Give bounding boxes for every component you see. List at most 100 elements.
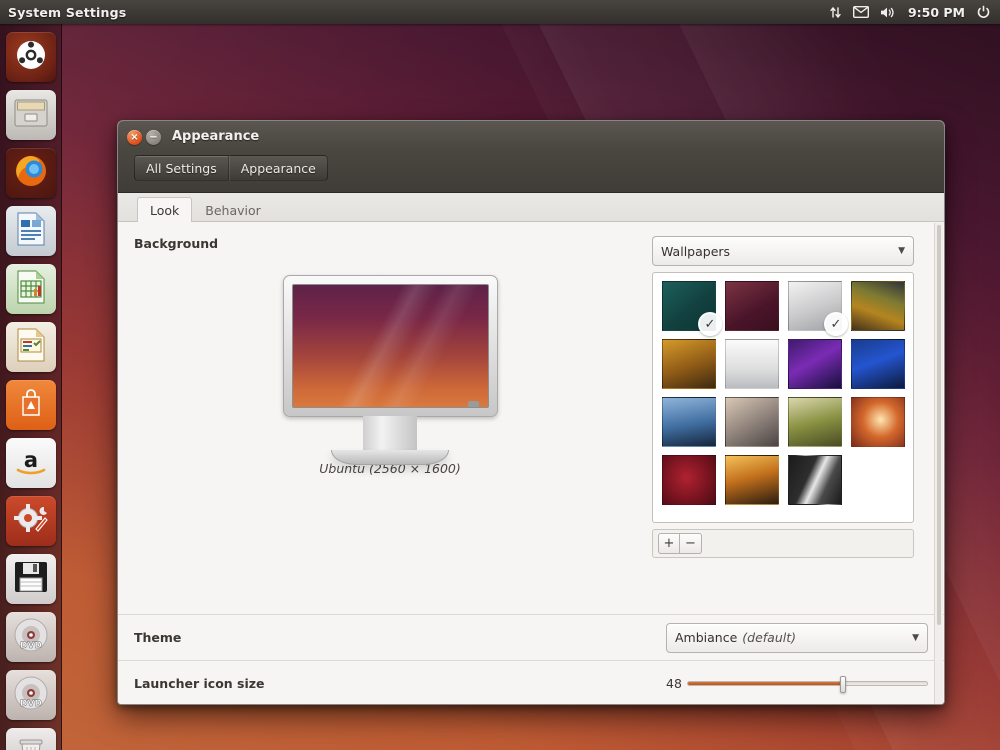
wallpaper-grid-container[interactable]: ✓ ✓ [652, 272, 914, 523]
firefox-icon [12, 152, 50, 194]
chevron-down-icon: ▼ [898, 246, 905, 256]
file-manager-icon [12, 96, 50, 134]
desktop: System Settings 9:50 PM a DVD DVD × − Ap… [0, 0, 1000, 750]
svg-text:a: a [23, 448, 37, 472]
slider-fill [687, 682, 844, 685]
wallpaper-thumbnail-green-valley[interactable] [788, 397, 842, 447]
remove-wallpaper-button[interactable]: − [680, 533, 702, 554]
wallpaper-thumbnail-blue-turntable[interactable] [851, 339, 905, 389]
ubuntu-logo-icon [14, 38, 48, 76]
launcher-item-dvd-2[interactable]: DVD [5, 670, 56, 720]
unity-launcher: a DVD DVD [0, 24, 62, 750]
window-body: Look Behavior Background Ubuntu (2560 × … [118, 193, 944, 704]
background-preview-column: Background Ubuntu (2560 × 1600) [134, 236, 646, 558]
wallpaper-thumbnail-teal-texture[interactable]: ✓ [662, 281, 722, 336]
writer-document-icon [15, 211, 47, 251]
launcher-item-software-center[interactable] [5, 380, 56, 430]
selected-check-icon: ✓ [824, 312, 848, 336]
clock[interactable]: 9:50 PM [908, 5, 965, 20]
dvd-disc-icon: DVD [13, 675, 49, 715]
theme-row: Theme Ambiance (default) ▼ [118, 614, 944, 660]
scrollbar-thumb[interactable] [937, 225, 941, 625]
amazon-a-icon: a [12, 445, 50, 481]
software-bag-icon [15, 387, 47, 423]
wallpaper-source-value: Wallpapers [661, 243, 731, 259]
tab-look[interactable]: Look [137, 197, 193, 222]
monitor-neck [363, 416, 417, 450]
selected-check-icon: ✓ [698, 312, 722, 336]
launcher-icon-size-value: 48 [666, 676, 682, 691]
launcher-item-system-settings[interactable] [5, 496, 56, 546]
wallpaper-grid: ✓ ✓ [662, 281, 913, 505]
network-icon[interactable] [829, 6, 842, 19]
window-controls: × − [127, 130, 161, 145]
wallpaper-actions: + − [652, 529, 914, 558]
wallpaper-thumbnail-golden-dunes[interactable] [662, 339, 716, 389]
wallpaper-thumbnail-autumn-burst[interactable] [851, 397, 905, 447]
monitor-power-led [467, 401, 479, 407]
svg-text:DVD: DVD [20, 641, 42, 651]
chevron-down-icon: ▼ [912, 632, 919, 643]
top-panel: System Settings 9:50 PM [0, 0, 1000, 24]
monitor-base [331, 450, 449, 465]
appearance-window: × − Appearance All Settings Appearance L… [117, 120, 945, 705]
indicator-tray: 9:50 PM [829, 5, 1000, 20]
dvd-disc-icon: DVD [13, 617, 49, 657]
wallpaper-thumbnail-light-minimal[interactable] [725, 339, 779, 389]
launcher-item-writer[interactable] [5, 206, 56, 256]
monitor-illustration [282, 275, 498, 465]
launcher-icon-size-row: Launcher icon size 48 [118, 660, 944, 704]
panel-app-title: System Settings [8, 4, 127, 20]
wallpaper-thumbnail-studio-lights[interactable] [851, 281, 905, 331]
wallpaper-thumbnail-crimson-red[interactable] [662, 455, 716, 505]
launcher-item-files[interactable] [5, 90, 56, 140]
launcher-item-workspace-switcher[interactable] [5, 554, 56, 604]
launcher-icon-size-slider[interactable] [686, 676, 928, 693]
wallpaper-source-dropdown[interactable]: Wallpapers ▼ [652, 236, 914, 266]
trash-bin-icon [15, 735, 47, 750]
look-pane: Background Ubuntu (2560 × 1600) Wallpape… [118, 222, 944, 558]
wallpaper-chooser-column: Wallpapers ▼ ✓ ✓ + − [652, 236, 914, 558]
wallpaper-thumbnail-sunset-field[interactable] [725, 455, 779, 505]
window-titlebar: × − Appearance All Settings Appearance [118, 121, 944, 193]
launcher-icon-size-label: Launcher icon size [134, 676, 265, 691]
launcher-item-amazon[interactable]: a [5, 438, 56, 488]
wallpaper-thumbnail-maroon-gradient[interactable] [725, 281, 779, 331]
theme-dropdown[interactable]: Ambiance (default) ▼ [666, 622, 928, 653]
wallpaper-thumbnail-bw-architecture[interactable] [788, 455, 842, 505]
launcher-icon-size-control: 48 [666, 676, 928, 693]
close-icon: × [130, 131, 139, 143]
volume-icon[interactable] [880, 6, 897, 19]
close-button[interactable]: × [127, 130, 142, 145]
launcher-item-impress[interactable] [5, 322, 56, 372]
appearance-button[interactable]: Appearance [228, 155, 328, 181]
window-title: Appearance [172, 129, 260, 144]
minimize-button[interactable]: − [146, 130, 161, 145]
theme-default-note: (default) [742, 630, 797, 645]
tab-behavior[interactable]: Behavior [192, 197, 274, 222]
launcher-item-calc[interactable] [5, 264, 56, 314]
monitor-bezel [282, 275, 498, 417]
all-settings-button[interactable]: All Settings [134, 155, 229, 181]
theme-value: Ambiance [675, 630, 738, 645]
window-scrollbar[interactable] [934, 223, 943, 704]
launcher-item-firefox[interactable] [5, 148, 56, 198]
wallpaper-thumbnail-purple-bokeh[interactable] [788, 339, 842, 389]
svg-text:DVD: DVD [20, 699, 42, 709]
window-toolbar: All Settings Appearance [134, 155, 328, 181]
launcher-item-dvd-1[interactable]: DVD [5, 612, 56, 662]
wallpaper-thumbnail-moonlit-sea[interactable] [662, 397, 716, 447]
gear-wrench-icon [13, 501, 49, 541]
floppy-disk-icon [13, 560, 49, 598]
slider-handle[interactable] [840, 676, 847, 693]
tab-strip: Look Behavior [118, 193, 944, 222]
launcher-item-trash[interactable] [5, 728, 56, 750]
messaging-envelope-icon[interactable] [852, 6, 869, 18]
wallpaper-preview: Ubuntu (2560 × 1600) [134, 257, 646, 529]
power-gear-icon[interactable] [976, 5, 991, 20]
wallpaper-thumbnail-grey-abstract[interactable]: ✓ [788, 281, 848, 336]
wallpaper-thumbnail-stones[interactable] [725, 397, 779, 447]
add-wallpaper-button[interactable]: + [658, 533, 680, 554]
launcher-item-dash-home[interactable] [5, 32, 56, 82]
minimize-icon: − [149, 131, 158, 143]
